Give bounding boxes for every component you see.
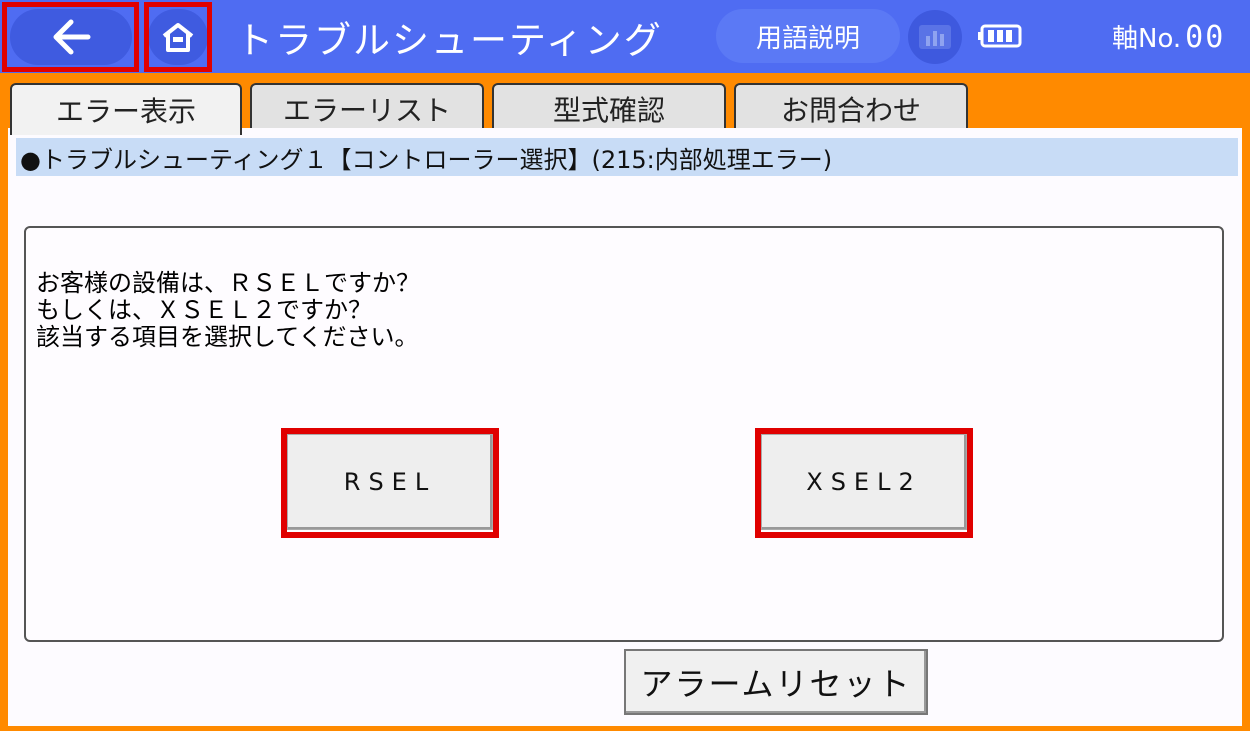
alarm-reset-button[interactable]: アラームリセット	[624, 649, 928, 715]
rsel-button-highlight	[281, 428, 499, 538]
monitor-button[interactable]	[908, 10, 962, 64]
main-panel: ●トラブルシューティング１【コントローラー選択】(215:内部処理エラー) お客…	[8, 128, 1242, 726]
back-button-highlight	[2, 2, 139, 72]
chart-icon	[919, 25, 951, 49]
home-button-highlight	[144, 2, 212, 72]
tab-contact[interactable]: お問合わせ	[734, 83, 968, 133]
axis-number: 軸No. 00	[1112, 18, 1225, 55]
question-box: お客様の設備は、ＲＳＥＬですか？ もしくは、ＸＳＥＬ２ですか？ 該当する項目を選…	[24, 226, 1224, 642]
axis-label: 軸No.	[1112, 24, 1182, 54]
tab-model-check[interactable]: 型式確認	[492, 83, 726, 133]
question-line: もしくは、ＸＳＥＬ２ですか？	[36, 296, 372, 324]
question-line: お客様の設備は、ＲＳＥＬですか？	[36, 269, 420, 297]
axis-value[interactable]: 00	[1185, 20, 1225, 55]
glossary-button[interactable]: 用語説明	[716, 9, 900, 63]
breadcrumb: ●トラブルシューティング１【コントローラー選択】(215:内部処理エラー)	[16, 138, 1238, 176]
header-bar: トラブルシューティング 用語説明 軸No. 00	[0, 0, 1250, 73]
question-line: 該当する項目を選択してください。	[36, 323, 419, 351]
tab-error-display[interactable]: エラー表示	[10, 83, 242, 135]
battery-icon	[978, 24, 1022, 48]
xsel2-button-highlight	[755, 428, 973, 538]
page-title: トラブルシューティング	[236, 19, 663, 62]
tab-error-list[interactable]: エラーリスト	[250, 83, 484, 133]
question-text: お客様の設備は、ＲＳＥＬですか？ もしくは、ＸＳＥＬ２ですか？ 該当する項目を選…	[36, 270, 420, 351]
